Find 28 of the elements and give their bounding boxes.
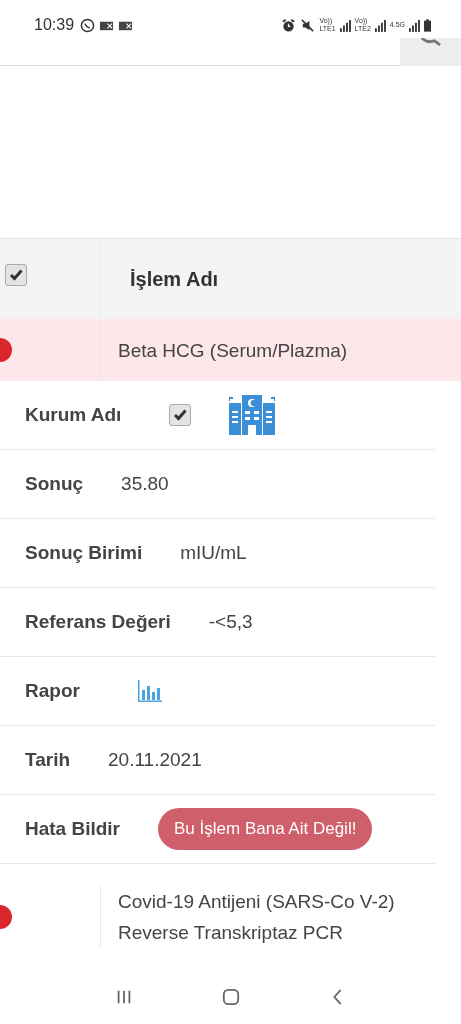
report-error-button[interactable]: Bu İşlem Bana Ait Değil!	[158, 808, 373, 850]
detail-label: Rapor	[25, 680, 80, 702]
bar-chart-icon[interactable]	[137, 680, 162, 702]
detail-label: Hata Bildir	[25, 818, 121, 840]
detail-label: Sonuç	[25, 473, 84, 495]
test-name: Beta HCG (Serum/Plazma)	[118, 338, 348, 363]
table-row[interactable]: Beta HCG (Serum/Plazma)	[0, 319, 461, 381]
clock: 10:39	[34, 16, 75, 34]
home-icon[interactable]	[221, 988, 240, 1006]
alarm-icon	[281, 17, 297, 33]
search-button[interactable]	[400, 38, 461, 66]
mute-icon	[300, 17, 316, 33]
signal-icon	[374, 18, 386, 32]
detail-value: -<5,3	[208, 611, 253, 633]
detail-label: Tarih	[25, 749, 71, 771]
detail-value: 20.11.2021	[108, 749, 202, 771]
test-name: Covid-19 Antijeni (SARS-Co V-2) Reverse Transkriptaz PCR	[118, 890, 396, 945]
column-header: İşlem Adı	[130, 267, 219, 291]
detail-value: mIU/mL	[180, 542, 247, 564]
battery-icon	[424, 18, 431, 32]
detail-label: Referans Değeri	[25, 611, 171, 633]
chat-icon	[80, 17, 96, 33]
detail-label: Kurum Adı	[25, 404, 122, 426]
hospital-icon[interactable]	[229, 395, 276, 435]
signal-icon	[339, 18, 351, 32]
detail-label: Sonuç Birimi	[25, 542, 143, 564]
detail-value: 35.80	[121, 473, 169, 495]
signal-icon	[409, 18, 420, 32]
